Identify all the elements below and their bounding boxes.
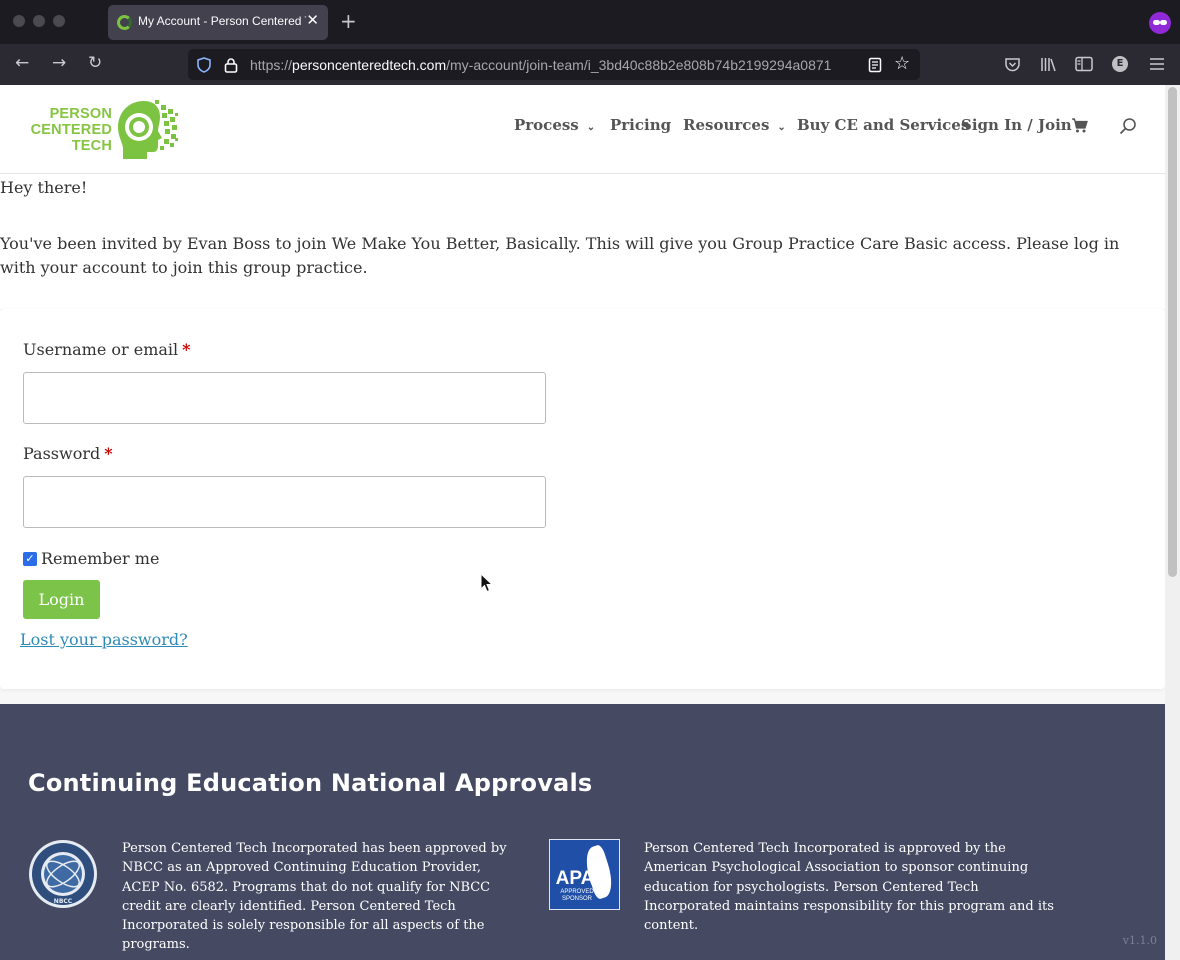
window-minimize-dot[interactable] [33,15,45,27]
version-label: v1.1.0 [1122,934,1157,947]
password-label: Password * [23,444,113,463]
nav-process[interactable]: Process ⌄ [514,116,595,134]
required-asterisk: * [104,444,113,463]
window-zoom-dot[interactable] [53,15,65,27]
apa-approval-text: Person Centered Tech Incorporated is app… [644,841,1054,934]
search-icon[interactable] [1119,117,1137,135]
nbcc-seal-label: NBCC [54,898,73,905]
extension-e-icon[interactable]: E [1112,56,1128,72]
login-button[interactable]: Login [23,580,100,619]
pocket-icon[interactable] [1004,56,1021,73]
chevron-down-icon: ⌄ [777,122,786,133]
nbcc-approval-text: Person Centered Tech Incorporated has be… [122,841,507,953]
mouse-cursor-icon [480,573,494,593]
lost-password-link[interactable]: Lost your password? [20,630,188,649]
remember-me-checkbox[interactable]: ✓ [23,551,37,566]
library-icon[interactable] [1040,56,1057,73]
login-form: Username or email * Password * ✓ Remember … [0,309,1165,689]
tracking-shield-icon[interactable] [196,57,212,73]
chevron-down-icon: ⌄ [586,122,596,133]
forward-icon[interactable]: → [52,53,66,73]
apa-badge-sub: APPROVED SPONSOR [560,889,594,902]
site-favicon-icon [117,15,132,30]
username-label: Username or email * [23,340,191,359]
reload-icon[interactable]: ↻ [88,53,102,73]
invite-section: Hey there! You've been invited by Evan B… [0,174,1165,309]
nav-buy-ce[interactable]: Buy CE and Services [797,116,969,134]
apa-badge-label: APA [555,868,595,889]
new-tab-icon[interactable]: + [340,9,357,33]
back-icon[interactable]: ← [15,53,29,73]
url-text: https://personcenteredtech.com/my-accoun… [250,57,832,73]
page-scrollbar[interactable] [1165,85,1180,960]
cart-icon[interactable] [1071,118,1088,133]
window-close-dot[interactable] [13,15,25,27]
apa-sponsor-badge: APA APPROVED SPONSOR [549,839,620,910]
nav-resources[interactable]: Resources ⌄ [683,116,786,134]
private-browsing-icon[interactable] [1149,12,1171,34]
tab-title: My Account - Person Centered Tech [138,14,306,28]
nbcc-seal-icon: NBCC [29,840,97,908]
logo-head-icon[interactable] [114,97,180,163]
site-logo[interactable]: PERSON CENTERED TECH [30,106,112,154]
greeting-text: Hey there! [0,178,88,197]
address-bar[interactable]: https://personcenteredtech.com/my-accoun… [188,49,920,80]
menu-icon[interactable] [1149,57,1165,71]
page-viewport: PERSON CENTERED TECH Process ⌄ Pricing Re… [0,85,1165,960]
username-input[interactable] [23,372,546,424]
footer-title: Continuing Education National Approvals [28,769,593,797]
lock-icon[interactable] [224,57,238,73]
remember-me-label: Remember me [41,549,160,568]
bookmark-star-icon[interactable]: ☆ [894,53,910,74]
invite-message: You've been invited by Evan Boss to join… [0,234,1120,277]
browser-tab-bar: My Account - Person Centered Tech ✕ + [0,0,1180,44]
close-tab-icon[interactable]: ✕ [306,11,319,29]
password-input[interactable] [23,476,546,528]
required-asterisk: * [182,340,191,359]
scrollbar-thumb[interactable] [1168,87,1177,577]
sidebar-icon[interactable] [1075,56,1093,72]
browser-tab[interactable]: My Account - Person Centered Tech ✕ [108,5,328,40]
nav-pricing[interactable]: Pricing [610,116,671,134]
browser-toolbar: ← → ↻ https://personcenteredtech.com/my-… [0,44,1180,85]
site-footer: Continuing Education National Approvals … [0,704,1165,960]
nav-sign-in[interactable]: Sign In / Join [961,116,1072,134]
site-header: PERSON CENTERED TECH Process ⌄ Pricing Re… [0,85,1165,174]
reader-view-icon[interactable] [868,57,882,73]
remember-me-row[interactable]: ✓ Remember me [23,549,159,568]
